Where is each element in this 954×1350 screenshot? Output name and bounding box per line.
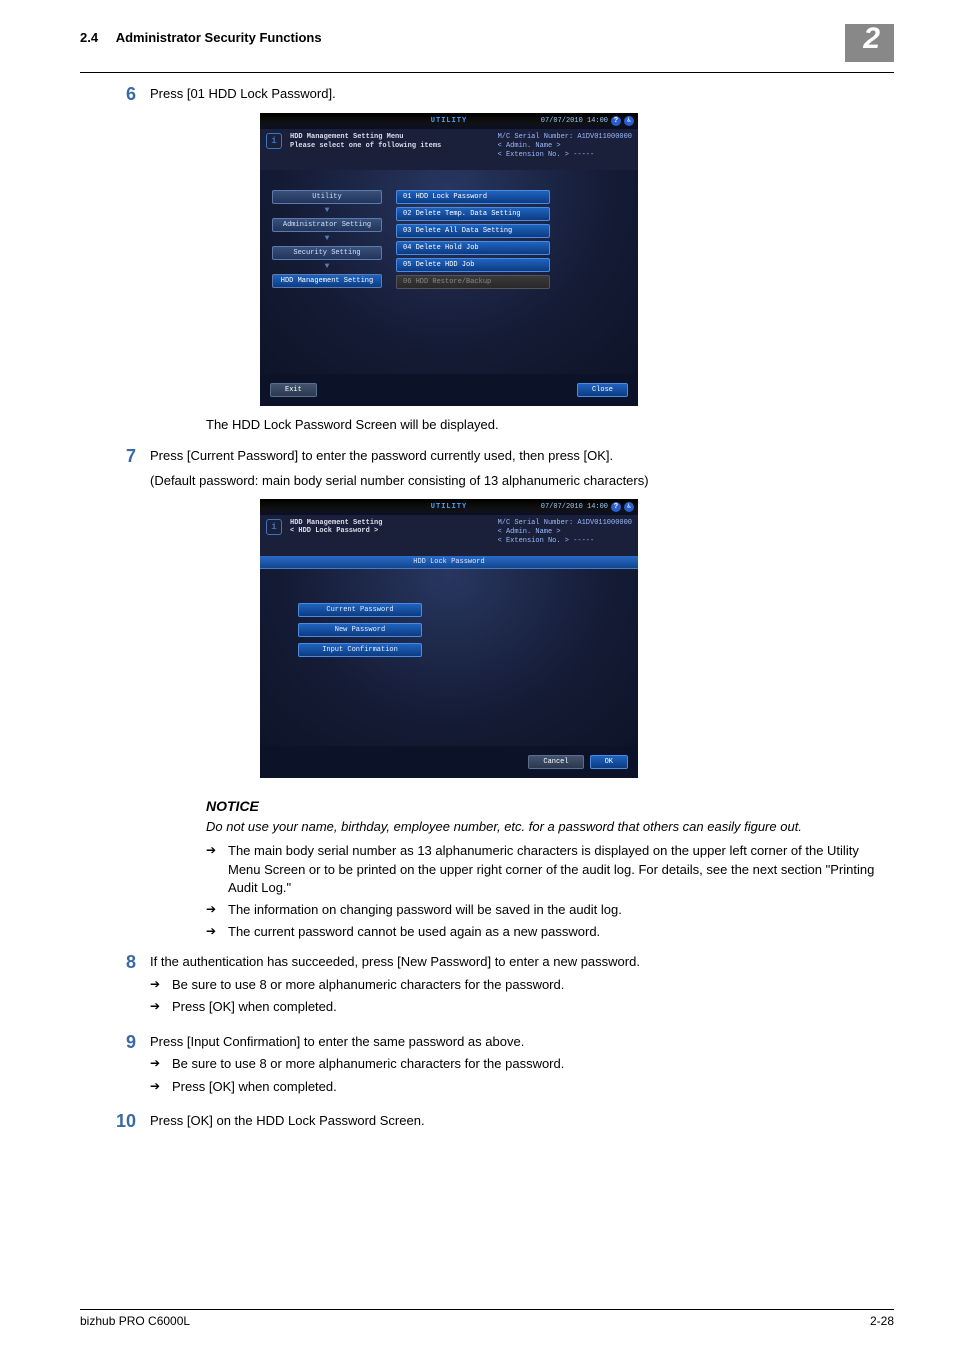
step-9-bullet-1: Be sure to use 8 or more alphanumeric ch… [150, 1055, 894, 1073]
help-icon[interactable]: ? [611, 116, 621, 126]
step-6-number: 6 [80, 85, 150, 105]
footer-model: bizhub PRO C6000L [80, 1314, 190, 1328]
panel1-timestamp: 07/07/2010 14:00 [541, 117, 608, 125]
crumb-utility[interactable]: Utility [272, 190, 382, 204]
step-8-bullet-1: Be sure to use 8 or more alphanumeric ch… [150, 976, 894, 994]
step-8-number: 8 [80, 953, 150, 1020]
crumb-admin-setting[interactable]: Administrator Setting [272, 218, 382, 232]
panel2-meta-admin: < Admin. Name > [498, 528, 632, 537]
panel2-timestamp: 07/07/2010 14:00 [541, 503, 608, 511]
panel2-section-header: HDD Lock Password [260, 556, 638, 569]
panel1-title-2: Please select one of following items [290, 142, 441, 151]
step-7-number: 7 [80, 447, 150, 491]
panel2-title-1: HDD Management Setting [290, 519, 382, 528]
step-8-text: If the authentication has succeeded, pre… [150, 953, 894, 972]
exit-button[interactable]: Exit [270, 383, 317, 397]
crumb-security-setting[interactable]: Security Setting [272, 246, 382, 260]
step-9-number: 9 [80, 1033, 150, 1100]
step-10-text: Press [OK] on the HDD Lock Password Scre… [150, 1112, 894, 1132]
step-9-text: Press [Input Confirmation] to enter the … [150, 1033, 894, 1052]
input-confirmation-button[interactable]: Input Confirmation [298, 643, 422, 657]
ok-button[interactable]: OK [590, 755, 628, 769]
menu-hdd-restore-backup: 06 HDD Restore/Backup [396, 275, 550, 289]
panel2-title-2: < HDD Lock Password > [290, 527, 382, 536]
cancel-button[interactable]: Cancel [528, 755, 583, 769]
chevron-down-icon: ▼ [272, 208, 382, 214]
step-8-bullet-2: Press [OK] when completed. [150, 998, 894, 1016]
menu-delete-hold-job[interactable]: 04 Delete Hold Job [396, 241, 550, 255]
help-icon[interactable]: ? [611, 502, 621, 512]
chapter-badge: 2 [845, 24, 894, 62]
panel2-meta-serial: M/C Serial Number: A1DV011000000 [498, 519, 632, 528]
step-10-number: 10 [80, 1112, 150, 1132]
footer-page: 2-28 [870, 1314, 894, 1328]
header-rule [80, 72, 894, 73]
section-title: Administrator Security Functions [116, 30, 322, 45]
accessibility-icon[interactable]: ♿ [624, 116, 634, 126]
notice-heading: NOTICE [206, 796, 894, 816]
panel1-meta-admin: < Admin. Name > [498, 142, 632, 151]
step-9-bullet-2: Press [OK] when completed. [150, 1078, 894, 1096]
close-button[interactable]: Close [577, 383, 628, 397]
info-icon: i [266, 133, 282, 149]
panel1-meta-serial: M/C Serial Number: A1DV011000000 [498, 133, 632, 142]
step-6-note: The HDD Lock Password Screen will be dis… [206, 416, 894, 435]
section-number: 2.4 [80, 30, 98, 45]
accessibility-icon[interactable]: ♿ [624, 502, 634, 512]
screenshot-panel-1: UTILITY 07/07/2010 14:00 ? ♿ i HDD Manag… [260, 113, 638, 406]
new-password-button[interactable]: New Password [298, 623, 422, 637]
panel1-title-1: HDD Management Setting Menu [290, 133, 441, 142]
notice-bullet-3: The current password cannot be used agai… [206, 923, 894, 941]
chevron-down-icon: ▼ [272, 264, 382, 270]
step-7-line2: (Default password: main body serial numb… [150, 472, 894, 491]
screenshot-panel-2: UTILITY 07/07/2010 14:00 ? ♿ i HDD Manag… [260, 499, 638, 778]
menu-delete-temp-data[interactable]: 02 Delete Temp. Data Setting [396, 207, 550, 221]
menu-delete-hdd-job[interactable]: 05 Delete HDD Job [396, 258, 550, 272]
panel1-tab: UTILITY [431, 117, 467, 125]
notice-bullet-2: The information on changing password wil… [206, 901, 894, 919]
menu-hdd-lock-password[interactable]: 01 HDD Lock Password [396, 190, 550, 204]
step-7-line1: Press [Current Password] to enter the pa… [150, 447, 894, 466]
info-icon: i [266, 519, 282, 535]
step-6-text: Press [01 HDD Lock Password]. [150, 85, 894, 105]
chevron-down-icon: ▼ [272, 236, 382, 242]
current-password-button[interactable]: Current Password [298, 603, 422, 617]
crumb-hdd-mgmt[interactable]: HDD Management Setting [272, 274, 382, 288]
menu-delete-all-data[interactable]: 03 Delete All Data Setting [396, 224, 550, 238]
notice-bullet-1: The main body serial number as 13 alphan… [206, 842, 894, 897]
panel2-tab: UTILITY [431, 503, 467, 511]
panel1-meta-ext: < Extension No. > ----- [498, 151, 632, 160]
panel2-meta-ext: < Extension No. > ----- [498, 537, 632, 546]
notice-text: Do not use your name, birthday, employee… [206, 818, 894, 836]
